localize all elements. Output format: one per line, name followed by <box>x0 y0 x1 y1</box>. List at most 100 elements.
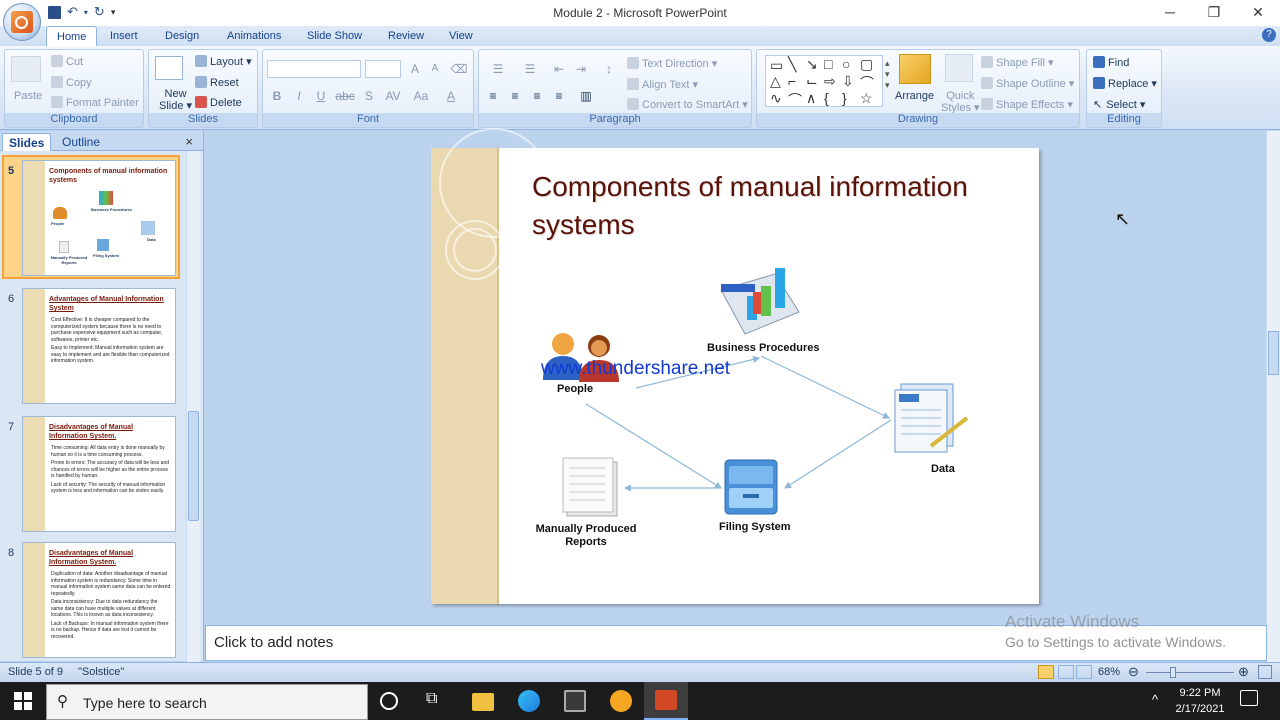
edit-scrollbar-thumb[interactable] <box>1268 331 1279 375</box>
convert-smartart-button[interactable]: Convert to SmartArt ▾ <box>627 98 748 111</box>
tab-animations[interactable]: Animations <box>227 28 281 46</box>
rounded-rect-shape-icon[interactable]: ▢ <box>860 56 873 73</box>
shadow-button[interactable]: S <box>359 87 379 105</box>
font-name-combo[interactable] <box>267 60 361 78</box>
slide-sorter-view-icon[interactable] <box>1058 665 1074 679</box>
tab-outline[interactable]: Outline <box>56 133 106 151</box>
tray-chevron-icon[interactable]: ^ <box>1152 692 1158 707</box>
font-size-combo[interactable] <box>365 60 401 78</box>
tab-insert[interactable]: Insert <box>110 28 138 46</box>
line-shape-icon[interactable]: ╲ <box>788 56 796 73</box>
align-right-button[interactable]: ≡ <box>527 87 547 105</box>
task-view-icon[interactable]: ⧉ <box>426 690 448 712</box>
restore-button[interactable]: ❐ <box>1192 0 1236 24</box>
edit-area-scrollbar[interactable] <box>1266 131 1280 662</box>
underline-button[interactable]: U <box>311 87 331 105</box>
close-panel-icon[interactable]: × <box>185 134 193 149</box>
oval-shape-icon[interactable]: ○ <box>842 56 850 72</box>
fit-to-window-icon[interactable] <box>1258 665 1272 679</box>
notification-center-icon[interactable] <box>1240 690 1258 706</box>
delete-button[interactable]: Delete <box>195 96 242 109</box>
elbow-connector-icon[interactable]: ⌐ <box>788 73 796 89</box>
bold-button[interactable]: B <box>267 87 287 105</box>
change-case-button[interactable]: Aa <box>409 87 433 105</box>
shape-fill-button[interactable]: Shape Fill ▾ <box>981 56 1054 69</box>
slide-thumbnail-7[interactable]: Disadvantages of Manual Information Syst… <box>22 416 176 532</box>
quick-styles-button[interactable]: Quick Styles ▾ <box>941 90 980 114</box>
slide-thumbnail-8[interactable]: Disadvantages of Manual Information Syst… <box>22 542 176 658</box>
tab-home[interactable]: Home <box>46 26 98 46</box>
right-arrow-shape-icon[interactable]: ⇨ <box>824 73 836 90</box>
reset-button[interactable]: Reset <box>195 76 239 89</box>
new-slide-button[interactable]: New Slide ▾ <box>159 88 192 112</box>
format-painter-button[interactable]: Format Painter <box>51 96 139 109</box>
select-button[interactable]: ↖ Select ▾ <box>1093 98 1145 111</box>
align-left-button[interactable]: ≡ <box>483 87 503 105</box>
office-button[interactable] <box>3 3 41 41</box>
zoom-slider-thumb[interactable] <box>1170 667 1176 678</box>
cortana-icon[interactable] <box>380 692 398 710</box>
edge-browser-icon[interactable] <box>518 690 540 712</box>
grow-font-button[interactable]: A <box>405 60 425 78</box>
character-spacing-button[interactable]: AV <box>381 87 405 105</box>
tab-view[interactable]: View <box>449 28 473 46</box>
arc-shape-icon[interactable]: ⌒ <box>788 90 802 110</box>
down-arrow-shape-icon[interactable]: ⇩ <box>842 73 854 90</box>
align-center-button[interactable]: ≡ <box>505 87 525 105</box>
normal-view-icon[interactable] <box>1038 665 1054 679</box>
justify-button[interactable]: ≡ <box>549 87 569 105</box>
shape-outline-button[interactable]: Shape Outline ▾ <box>981 77 1074 90</box>
shrink-font-button[interactable]: A <box>425 60 445 78</box>
tab-slide-show[interactable]: Slide Show <box>307 28 362 46</box>
app-icon[interactable] <box>610 690 632 712</box>
powerpoint-taskbar-button[interactable] <box>644 682 688 720</box>
rectangle-shape-icon[interactable]: □ <box>824 56 832 72</box>
zoom-out-icon[interactable]: ⊖ <box>1128 664 1139 680</box>
textbox-shape-icon[interactable]: ▭ <box>770 57 783 74</box>
replace-button[interactable]: Replace ▾ <box>1093 77 1157 90</box>
tab-design[interactable]: Design <box>165 28 199 46</box>
arrow-line-shape-icon[interactable]: ↘ <box>806 56 818 73</box>
align-text-button[interactable]: Align Text ▾ <box>627 78 698 91</box>
zoom-level[interactable]: 68% <box>1098 666 1120 678</box>
bullets-button[interactable]: ☰ <box>483 60 513 78</box>
minimize-button[interactable]: ─ <box>1148 0 1192 24</box>
find-button[interactable]: Find <box>1093 56 1129 69</box>
slides-panel-scrollbar[interactable] <box>186 151 200 663</box>
increase-indent-button[interactable]: ⇥ <box>571 60 591 78</box>
tab-slides[interactable]: Slides <box>2 133 52 151</box>
clear-formatting-button[interactable]: ⌫ <box>449 60 469 78</box>
slide-thumbnail-5[interactable]: Components of manual information systems… <box>22 160 176 276</box>
slide-show-view-icon[interactable] <box>1076 665 1092 679</box>
italic-button[interactable]: I <box>289 87 309 105</box>
tab-review[interactable]: Review <box>388 28 424 46</box>
windows-start-icon[interactable] <box>14 692 32 710</box>
decrease-indent-button[interactable]: ⇤ <box>549 60 569 78</box>
paste-button[interactable]: Paste <box>14 90 42 102</box>
close-button[interactable]: ✕ <box>1236 0 1280 24</box>
layout-button[interactable]: Layout ▾ <box>195 55 252 68</box>
shapes-gallery[interactable]: ▭ ╲ ↘ □ ○ ▢ △ ⌐ ⌙ ⇨ ⇩ ⌒ ∿ ⌒ ∧ { } ☆ <box>765 55 883 110</box>
slide-thumbnail-6[interactable]: Advantages of Manual Information System … <box>22 288 176 404</box>
taskbar-search-box[interactable]: ⚲ Type here to search <box>46 684 368 720</box>
font-color-button[interactable]: A <box>441 87 461 105</box>
elbow-arrow-icon[interactable]: ⌙ <box>806 73 818 90</box>
text-direction-button[interactable]: Text Direction ▾ <box>627 57 717 70</box>
system-clock[interactable]: 9:22 PM 2/17/2021 <box>1170 685 1230 717</box>
zoom-in-icon[interactable]: ⊕ <box>1238 664 1249 680</box>
store-icon[interactable] <box>564 690 586 712</box>
file-explorer-icon[interactable] <box>472 693 494 711</box>
shapes-scroll-icon[interactable]: ▴ ▾ ▾ <box>885 58 890 91</box>
right-brace-shape-icon[interactable]: } <box>842 90 847 106</box>
current-slide[interactable]: Components of manual information systems … <box>431 128 1039 604</box>
left-brace-shape-icon[interactable]: { <box>824 90 829 106</box>
line-spacing-button[interactable]: ↕ <box>595 60 623 78</box>
cut-button[interactable]: Cut <box>51 55 83 68</box>
scrollbar-thumb[interactable] <box>188 411 199 521</box>
numbering-button[interactable]: ☰ <box>515 60 545 78</box>
arrange-button[interactable]: Arrange <box>895 90 934 102</box>
curve-shape-icon[interactable]: ∧ <box>806 90 816 107</box>
shape-effects-button[interactable]: Shape Effects ▾ <box>981 98 1073 111</box>
star-shape-icon[interactable]: ☆ <box>860 90 873 107</box>
copy-button[interactable]: Copy <box>51 76 92 89</box>
